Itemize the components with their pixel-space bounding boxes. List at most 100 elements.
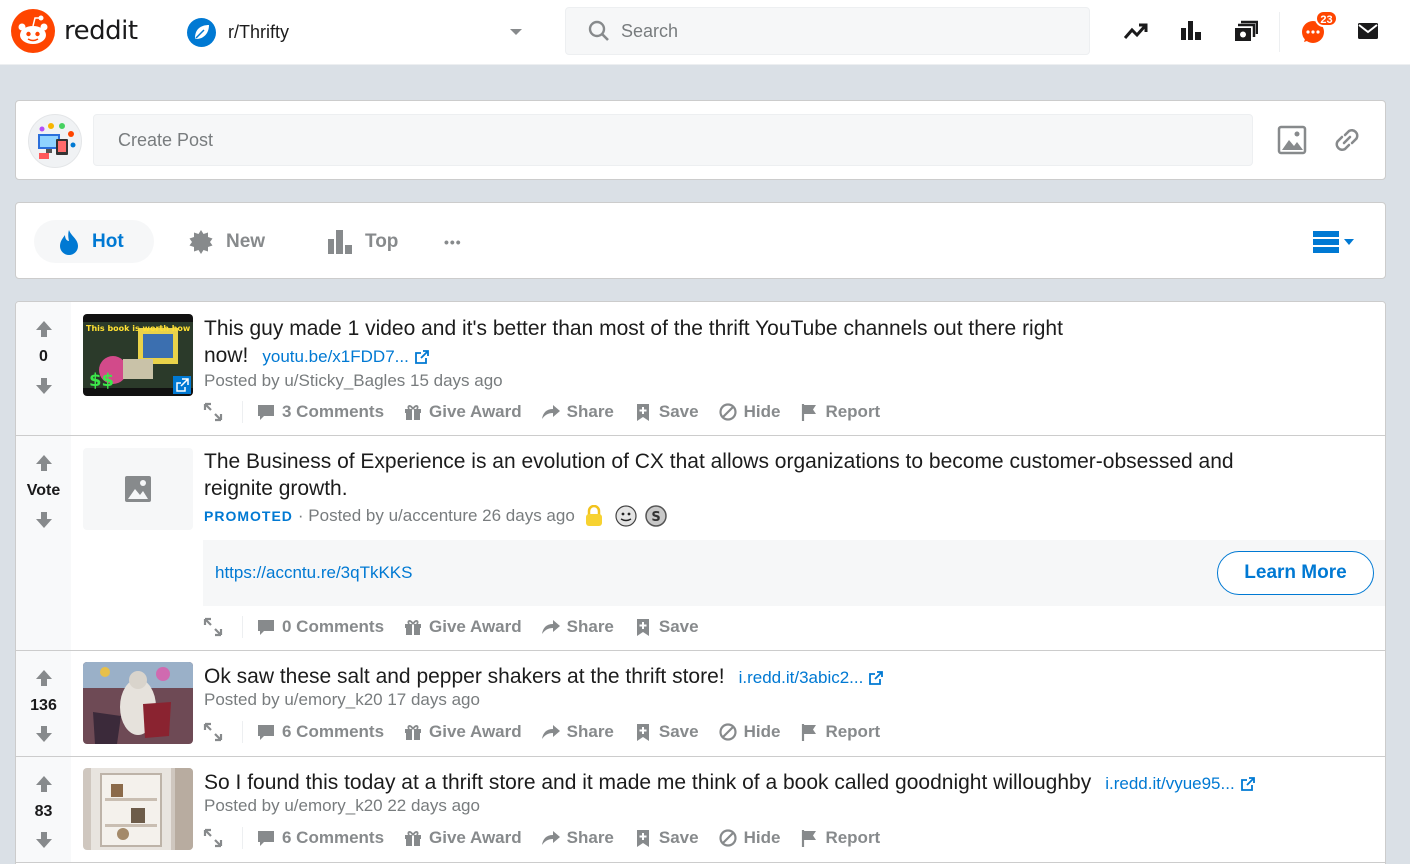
- burst-icon: [189, 229, 213, 254]
- give-award-button[interactable]: Give Award: [403, 722, 522, 742]
- create-post-input[interactable]: Create Post: [93, 114, 1253, 166]
- post-external-link[interactable]: youtu.be/x1FDD7...: [262, 347, 428, 366]
- bookmark-icon: [633, 828, 653, 848]
- post-card[interactable]: 0 $$ This book is worth how much? This g…: [16, 302, 1385, 436]
- post-title[interactable]: So I found this today at a thrift store …: [204, 769, 1374, 797]
- give-award-label: Give Award: [429, 402, 522, 421]
- hide-button[interactable]: Hide: [718, 402, 780, 422]
- community-dropdown[interactable]: r/Thrifty: [187, 17, 527, 47]
- upvote-icon[interactable]: [34, 774, 54, 794]
- report-button[interactable]: Report: [799, 722, 880, 742]
- post-title[interactable]: The Business of Experience is an evoluti…: [204, 448, 1374, 502]
- give-award-label: Give Award: [429, 828, 522, 847]
- expand-button[interactable]: [203, 722, 229, 742]
- user-avatar[interactable]: [28, 114, 82, 168]
- chevron-down-icon: [1344, 238, 1354, 245]
- messages-icon[interactable]: [1357, 22, 1379, 40]
- upvote-icon[interactable]: [34, 453, 54, 473]
- downvote-icon[interactable]: [34, 724, 54, 744]
- give-award-button[interactable]: Give Award: [403, 402, 522, 422]
- reddit-live-icon[interactable]: [1234, 19, 1258, 43]
- post-card[interactable]: 83 So I found this today at a thrift sto…: [16, 757, 1385, 863]
- image-icon[interactable]: [1277, 125, 1307, 155]
- vote-score: 136: [30, 697, 57, 714]
- comments-button[interactable]: 0 Comments: [256, 617, 384, 637]
- post-actions: 3 Comments Give Award Share Save Hide Re…: [203, 397, 899, 427]
- give-award-button[interactable]: Give Award: [403, 617, 522, 637]
- all-icon[interactable]: [1180, 19, 1202, 41]
- post-thumbnail[interactable]: [83, 662, 193, 744]
- save-button[interactable]: Save: [633, 828, 699, 848]
- post-link-text: youtu.be/x1FDD7...: [262, 347, 409, 366]
- upvote-icon[interactable]: [34, 319, 54, 339]
- comment-icon: [256, 402, 276, 422]
- post-meta: Posted by u/Sticky_Bagles 15 days ago: [204, 371, 503, 390]
- post-card[interactable]: 136 Ok saw these salt and pepper shakers…: [16, 651, 1385, 757]
- share-button[interactable]: Share: [541, 617, 614, 637]
- post-external-link[interactable]: i.redd.it/3abic2...: [739, 668, 884, 687]
- upvote-icon[interactable]: [34, 668, 54, 688]
- actions-divider: [242, 721, 243, 743]
- post-thumbnail[interactable]: [83, 768, 193, 850]
- hide-button[interactable]: Hide: [718, 828, 780, 848]
- emoji-award-icon: [615, 505, 637, 527]
- promoted-post-card[interactable]: Vote The Business of Experience is an ev…: [16, 436, 1385, 651]
- save-button[interactable]: Save: [633, 617, 699, 637]
- give-award-button[interactable]: Give Award: [403, 828, 522, 848]
- downvote-icon[interactable]: [34, 376, 54, 396]
- downvote-icon[interactable]: [34, 510, 54, 530]
- search-input[interactable]: Search: [621, 21, 678, 42]
- comments-button[interactable]: 3 Comments: [256, 402, 384, 422]
- post-thumbnail-placeholder[interactable]: [83, 448, 193, 530]
- report-button[interactable]: Report: [799, 828, 880, 848]
- share-button[interactable]: Share: [541, 828, 614, 848]
- save-button[interactable]: Save: [633, 722, 699, 742]
- hide-icon: [718, 722, 738, 742]
- community-name: r/Thrifty: [228, 21, 289, 42]
- link-icon[interactable]: [1332, 125, 1362, 155]
- sort-more-button[interactable]: •••: [444, 220, 462, 263]
- share-button[interactable]: Share: [541, 722, 614, 742]
- post-thumbnail[interactable]: $$ This book is worth how much?: [83, 314, 193, 396]
- save-button[interactable]: Save: [633, 402, 699, 422]
- reddit-logo[interactable]: reddit: [11, 9, 138, 53]
- top-header: reddit r/Thrifty Search 23: [0, 0, 1410, 65]
- post-title[interactable]: Ok saw these salt and pepper shakers at …: [204, 663, 1204, 691]
- report-label: Report: [825, 402, 881, 421]
- post-meta: Posted by u/emory_k20 22 days ago: [204, 796, 480, 815]
- vote-column: 136: [16, 651, 71, 756]
- hide-button[interactable]: Hide: [718, 722, 780, 742]
- sort-top-button[interactable]: Top: [327, 220, 398, 263]
- sort-new-button[interactable]: New: [188, 220, 265, 263]
- actions-divider: [242, 827, 243, 849]
- downvote-icon[interactable]: [34, 830, 54, 850]
- expand-icon: [203, 828, 223, 848]
- learn-more-button[interactable]: Learn More: [1217, 551, 1374, 595]
- post-title-line2: now!: [204, 344, 249, 367]
- comments-button[interactable]: 6 Comments: [256, 722, 384, 742]
- post-title[interactable]: This guy made 1 video and it's better th…: [204, 315, 1204, 370]
- vote-score: 83: [34, 803, 53, 820]
- report-button[interactable]: Report: [799, 402, 880, 422]
- expand-button[interactable]: [203, 828, 229, 848]
- expand-icon: [203, 402, 223, 422]
- expand-button[interactable]: [203, 402, 229, 422]
- comment-icon: [256, 828, 276, 848]
- chevron-down-icon: [510, 29, 522, 35]
- flag-icon: [799, 402, 819, 422]
- popular-icon[interactable]: [1124, 20, 1148, 44]
- sort-hot-button[interactable]: Hot: [34, 220, 154, 263]
- view-mode-selector[interactable]: [1313, 230, 1354, 254]
- share-button[interactable]: Share: [541, 402, 614, 422]
- bar-chart-icon: [328, 229, 352, 254]
- share-label: Share: [566, 617, 614, 636]
- gift-icon: [403, 828, 423, 848]
- comment-icon: [256, 722, 276, 742]
- expand-button[interactable]: [203, 617, 229, 637]
- post-external-link[interactable]: i.redd.it/vyue95...: [1105, 774, 1254, 793]
- post-title-line1: This guy made 1 video and it's better th…: [204, 317, 1063, 340]
- comments-button[interactable]: 6 Comments: [256, 828, 384, 848]
- save-label: Save: [658, 722, 699, 741]
- search-bar[interactable]: Search: [565, 7, 1090, 55]
- ad-url-link[interactable]: https://accntu.re/3qTkKKS: [215, 563, 412, 583]
